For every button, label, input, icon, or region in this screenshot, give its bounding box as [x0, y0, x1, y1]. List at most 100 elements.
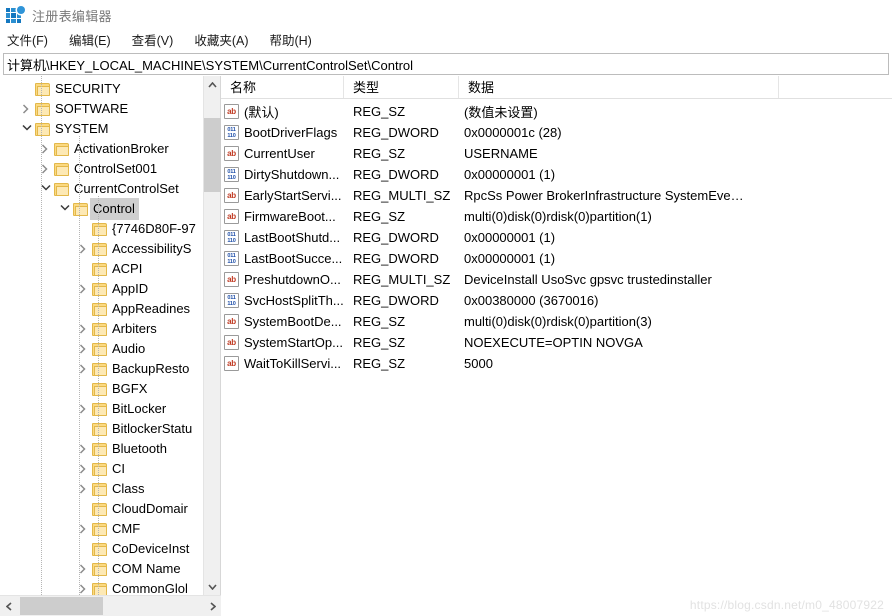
menu-view[interactable]: 查看(V)	[132, 30, 183, 52]
tree-item-bgfx[interactable]: BGFX	[0, 379, 203, 399]
tree-item-audio[interactable]: Audio	[0, 339, 203, 359]
value-name: LastBootSucce...	[244, 251, 342, 266]
tree-item-codeviceinst[interactable]: CoDeviceInst	[0, 539, 203, 559]
menu-edit[interactable]: 编辑(E)	[69, 30, 120, 52]
value-row[interactable]: abFirmwareBoot...REG_SZmulti(0)disk(0)rd…	[221, 206, 892, 227]
tree-hscroll-thumb[interactable]	[20, 597, 103, 615]
chevron-right-icon[interactable]	[19, 99, 35, 119]
value-type: REG_MULTI_SZ	[353, 188, 463, 203]
value-name: BootDriverFlags	[244, 125, 337, 140]
folder-icon	[92, 243, 107, 256]
tree-item-arbiters[interactable]: Arbiters	[0, 319, 203, 339]
scroll-up-arrow-icon[interactable]	[204, 76, 221, 93]
tree-item-label: AppID	[112, 279, 148, 299]
value-row[interactable]: 011110LastBootSucce...REG_DWORD0x0000000…	[221, 248, 892, 269]
value-row[interactable]: abEarlyStartServi...REG_MULTI_SZRpcSs Po…	[221, 185, 892, 206]
value-row[interactable]: 011110BootDriverFlagsREG_DWORD0x0000001c…	[221, 122, 892, 143]
folder-icon	[92, 223, 107, 236]
chevron-down-icon[interactable]	[57, 199, 73, 219]
folder-icon	[92, 323, 107, 336]
tree-item-software[interactable]: SOFTWARE	[0, 99, 203, 119]
value-row[interactable]: abPreshutdownO...REG_MULTI_SZDeviceInsta…	[221, 269, 892, 290]
tree-item-controlset001[interactable]: ControlSet001	[0, 159, 203, 179]
value-type: REG_SZ	[353, 335, 463, 350]
menu-help[interactable]: 帮助(H)	[269, 30, 320, 52]
column-header-filler	[779, 76, 892, 98]
tree-item-cmf[interactable]: CMF	[0, 519, 203, 539]
value-type: REG_SZ	[353, 146, 463, 161]
folder-icon	[35, 83, 50, 96]
tree-horizontal-scrollbar[interactable]	[0, 595, 221, 616]
folder-icon	[92, 543, 107, 556]
value-row[interactable]: 011110SvcHostSplitTh...REG_DWORD0x003800…	[221, 290, 892, 311]
tree-item-bluetooth[interactable]: Bluetooth	[0, 439, 203, 459]
tree-guide-line	[79, 136, 80, 595]
value-type: REG_SZ	[353, 104, 463, 119]
value-row[interactable]: ab(默认)REG_SZ(数值未设置)	[221, 101, 892, 122]
chevron-down-icon[interactable]	[19, 119, 35, 139]
menu-file[interactable]: 文件(F)	[7, 30, 57, 52]
tree-item-currentcontrolset[interactable]: CurrentControlSet	[0, 179, 203, 199]
value-data: 0x00000001 (1)	[463, 167, 892, 182]
value-row[interactable]: 011110LastBootShutd...REG_DWORD0x0000000…	[221, 227, 892, 248]
tree-item-activationbroker[interactable]: ActivationBroker	[0, 139, 203, 159]
tree-item-label: ControlSet001	[74, 159, 157, 179]
tree-item-label: SECURITY	[55, 79, 121, 99]
tree-item-bitlockerstatu[interactable]: BitlockerStatu	[0, 419, 203, 439]
folder-icon	[54, 163, 69, 176]
string-value-icon: ab	[224, 146, 239, 161]
tree-item-backupresto[interactable]: BackupResto	[0, 359, 203, 379]
tree-item-clouddomair[interactable]: CloudDomair	[0, 499, 203, 519]
registry-values-pane: 名称 类型 数据 ab(默认)REG_SZ(数值未设置)011110BootDr…	[221, 76, 892, 616]
tree-item-appid[interactable]: AppID	[0, 279, 203, 299]
tree-item-class[interactable]: Class	[0, 479, 203, 499]
tree-item-label: BitLocker	[112, 399, 166, 419]
address-bar[interactable]: 计算机\HKEY_LOCAL_MACHINE\SYSTEM\CurrentCon…	[3, 53, 889, 75]
tree-item-appreadines[interactable]: AppReadines	[0, 299, 203, 319]
value-row[interactable]: abSystemBootDe...REG_SZmulti(0)disk(0)rd…	[221, 311, 892, 332]
value-row[interactable]: abCurrentUserREG_SZUSERNAME	[221, 143, 892, 164]
tree-item-7746d80f-97[interactable]: {7746D80F-97	[0, 219, 203, 239]
value-name-cell: abCurrentUser	[221, 146, 353, 161]
tree-item-security[interactable]: SECURITY	[0, 79, 203, 99]
tree-vertical-scrollbar[interactable]	[203, 76, 220, 595]
value-row[interactable]: abWaitToKillServi...REG_SZ5000	[221, 353, 892, 374]
value-name-cell: abPreshutdownO...	[221, 272, 353, 287]
tree-item-control[interactable]: Control	[0, 199, 203, 219]
dword-value-icon: 011110	[224, 167, 239, 182]
scroll-left-arrow-icon[interactable]	[0, 596, 17, 616]
tree-item-system[interactable]: SYSTEM	[0, 119, 203, 139]
tree-item-ci[interactable]: CI	[0, 459, 203, 479]
dword-value-icon: 011110	[224, 230, 239, 245]
value-row[interactable]: abSystemStartOp...REG_SZ NOEXECUTE=OPTIN…	[221, 332, 892, 353]
tree-item-bitlocker[interactable]: BitLocker	[0, 399, 203, 419]
value-data: 0x00000001 (1)	[463, 230, 892, 245]
tree-item-label: AccessibilityS	[112, 239, 191, 259]
value-type: REG_DWORD	[353, 293, 463, 308]
registry-tree-pane: SECURITYSOFTWARESYSTEMActivationBrokerCo…	[0, 76, 221, 616]
folder-icon	[92, 283, 107, 296]
column-header-data[interactable]: 数据	[459, 76, 779, 98]
scroll-down-arrow-icon[interactable]	[204, 578, 221, 595]
tree-item-acpi[interactable]: ACPI	[0, 259, 203, 279]
value-name: WaitToKillServi...	[244, 356, 341, 371]
menu-favorites[interactable]: 收藏夹(A)	[194, 30, 257, 52]
value-data: USERNAME	[463, 146, 892, 161]
tree-item-label: ActivationBroker	[74, 139, 169, 159]
tree-item-commonglol[interactable]: CommonGlol	[0, 579, 203, 595]
folder-icon	[92, 403, 107, 416]
column-header-type[interactable]: 类型	[344, 76, 459, 98]
scroll-right-arrow-icon[interactable]	[204, 596, 221, 616]
tree-leaf-spacer	[19, 79, 35, 99]
column-header-name[interactable]: 名称	[221, 76, 344, 98]
string-value-icon: ab	[224, 188, 239, 203]
value-row[interactable]: 011110DirtyShutdown...REG_DWORD0x0000000…	[221, 164, 892, 185]
folder-icon	[54, 183, 69, 196]
tree-scroll-thumb[interactable]	[204, 118, 221, 192]
value-type: REG_SZ	[353, 356, 463, 371]
tree-item-label: Bluetooth	[112, 439, 167, 459]
tree-item-com-name[interactable]: COM Name	[0, 559, 203, 579]
value-data: 0x00380000 (3670016)	[463, 293, 892, 308]
value-name-cell: ab(默认)	[221, 102, 353, 121]
tree-item-accessibilitys[interactable]: AccessibilityS	[0, 239, 203, 259]
